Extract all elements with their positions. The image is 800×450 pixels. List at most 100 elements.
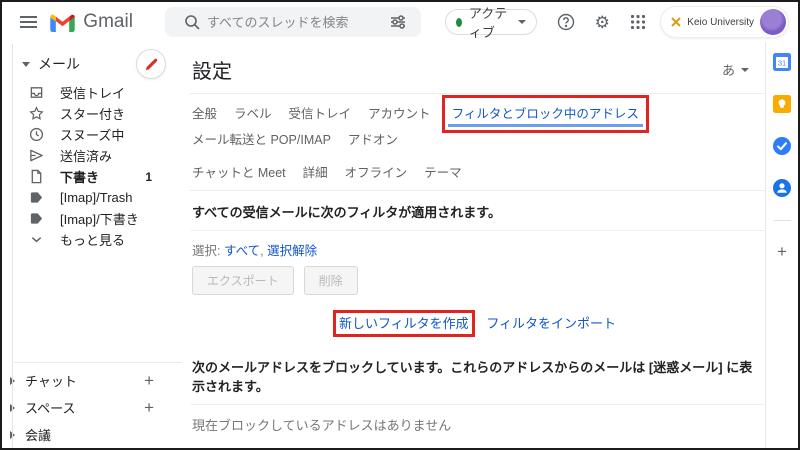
gear-icon[interactable]: ⚙ (587, 7, 617, 37)
sidebar-mail-section[interactable]: メール (2, 46, 182, 82)
sidebar-item-meet[interactable]: 会議 (2, 421, 182, 448)
add-icon[interactable]: + (144, 371, 154, 391)
sidebar: メール 受信トレイスター付きスヌーズ中送信済み下書き 1 [Imap]/Trash [… (2, 42, 182, 448)
plus-icon[interactable]: + (777, 243, 787, 260)
sidebar-item-label: スター付き (60, 104, 125, 123)
sidebar-item-inbox[interactable]: 受信トレイ (2, 82, 182, 103)
sidebar-item-starred[interactable]: スター付き (2, 103, 182, 124)
add-icon[interactable]: + (144, 398, 154, 418)
tune-icon[interactable] (383, 7, 413, 37)
tab-labels[interactable]: ラベル (234, 101, 272, 125)
tabs-row-2: チャットと Meet 詳細オフラインテーマ (192, 160, 765, 184)
tab-addons[interactable]: アドオン (348, 127, 398, 151)
draft-icon (28, 169, 44, 185)
input-tools-label: あ (722, 60, 735, 79)
avatar[interactable] (760, 9, 786, 35)
apps-grid-icon[interactable] (623, 7, 653, 37)
sidebar-item-label: [Imap]/Trash (60, 190, 132, 205)
deselect-link[interactable]: 選択解除 (267, 244, 317, 258)
clock-icon (28, 127, 44, 143)
send-icon (28, 148, 44, 164)
logo-text: Gmail (83, 11, 133, 33)
tab-fwd-pop-imap[interactable]: メール転送と POP/IMAP (192, 127, 331, 151)
chevron-down-icon (22, 62, 30, 67)
search-bar[interactable] (165, 7, 421, 37)
blocked-select-row: 選択: すべて, 選択解除 (190, 436, 765, 450)
chevron-down-icon (741, 68, 749, 72)
star-icon (28, 106, 44, 122)
import-filter-link[interactable]: フィルタをインポート (486, 316, 616, 331)
svg-text:31: 31 (778, 59, 786, 68)
delete-button[interactable]: 削除 (304, 266, 358, 295)
sidebar-item-chat[interactable]: チャット + (2, 367, 182, 394)
sidebar-item-label: スペース (25, 398, 75, 417)
contacts-icon[interactable] (771, 178, 793, 198)
chevron-down-icon (28, 232, 44, 248)
keep-icon[interactable] (771, 94, 793, 114)
search-icon[interactable] (177, 7, 207, 37)
top-bar: Gmail アクティブ ⚙ (2, 2, 798, 42)
export-button[interactable]: エクスポート (192, 266, 294, 295)
tab-advanced[interactable]: 詳細 (303, 160, 328, 184)
sidebar-list: 受信トレイスター付きスヌーズ中送信済み下書き 1 [Imap]/Trash [Imap… (2, 82, 182, 250)
account-badge[interactable]: Keio University (661, 7, 788, 37)
pencil-icon (144, 57, 159, 72)
filter-links-row: 新しいフィルタを作成 フィルタをインポート (190, 301, 765, 346)
tasks-icon[interactable] (771, 136, 793, 156)
sidebar-item-label: 送信済み (60, 146, 112, 165)
blocked-section-header: 次のメールアドレスをブロックしています。これらのアドレスからのメールは [迷惑メ… (190, 346, 765, 405)
blocked-empty-text: 現在ブロックしているアドレスはありません (190, 405, 765, 436)
calendar-icon[interactable]: 31 (771, 52, 793, 72)
help-icon[interactable] (551, 7, 581, 37)
sidebar-item-label: 下書き (60, 167, 99, 186)
page-title: 設定 (192, 55, 232, 84)
keio-logo-icon (671, 17, 681, 27)
sidebar-section-label: メール (38, 54, 80, 74)
main-content: 設定 あ 全般ラベル受信トレイアカウントフィルタとブロック中のアドレスメール転送… (182, 42, 765, 448)
sidebar-item-sent[interactable]: 送信済み (2, 145, 182, 166)
inbox-icon (28, 85, 44, 101)
label-icon (28, 190, 44, 206)
sidebar-item-snoozed[interactable]: スヌーズ中 (2, 124, 182, 145)
tab-chat-meet[interactable]: チャットと Meet (192, 160, 286, 184)
menu-icon[interactable] (16, 5, 41, 39)
create-filter-link[interactable]: 新しいフィルタを作成 (339, 316, 469, 331)
gmail-m-icon (49, 12, 76, 32)
tab-filters[interactable]: フィルタとブロック中のアドレス (448, 101, 643, 127)
tab-offline[interactable]: オフライン (345, 160, 408, 184)
status-chip[interactable]: アクティブ (445, 9, 537, 35)
filters-buttons-row: エクスポート 削除 (190, 264, 765, 301)
sidebar-item-count: 1 (145, 170, 152, 184)
sidebar-item-label: 受信トレイ (60, 83, 125, 102)
sidebar-scrollbar[interactable] (12, 44, 13, 448)
select-all-link[interactable]: すべて (224, 244, 260, 258)
tab-general[interactable]: 全般 (192, 101, 217, 125)
rail-divider (773, 220, 791, 221)
sidebar-item-imap-drafts[interactable]: [Imap]/下書き (2, 208, 182, 229)
sidebar-footer-list: チャット + スペース + 会議 (2, 367, 182, 448)
sidebar-item-imap-trash[interactable]: [Imap]/Trash (2, 187, 182, 208)
filters-select-row: 選択: すべて, 選択解除 (190, 231, 765, 264)
sidebar-item-label: [Imap]/下書き (60, 209, 139, 228)
blocked-section: 次のメールアドレスをブロックしています。これらのアドレスからのメールは [迷惑メ… (190, 346, 765, 450)
tab-accounts[interactable]: アカウント (368, 101, 431, 125)
label-icon (28, 211, 44, 227)
sidebar-item-label: チャット (25, 371, 77, 390)
tab-themes[interactable]: テーマ (424, 160, 462, 184)
sidebar-item-more[interactable]: もっと見る (2, 229, 182, 250)
sidebar-divider (14, 362, 182, 363)
filters-section: すべての受信メールに次のフィルタが適用されます。 選択: すべて, 選択解除 エ… (190, 191, 765, 346)
compose-button[interactable] (136, 49, 166, 79)
gmail-logo: Gmail (49, 11, 133, 33)
sidebar-item-drafts[interactable]: 下書き 1 (2, 166, 182, 187)
select-label: 選択: (192, 244, 220, 258)
input-tools-button[interactable]: あ (722, 60, 749, 79)
top-icons: ⚙ (551, 7, 653, 37)
status-chip-label: アクティブ (469, 3, 511, 41)
tab-inbox[interactable]: 受信トレイ (289, 101, 352, 125)
side-panel-rail: 31 + (765, 42, 798, 448)
sidebar-item-spaces[interactable]: スペース + (2, 394, 182, 421)
comma: , (260, 244, 263, 258)
search-input[interactable] (207, 15, 383, 30)
settings-tabs: 全般ラベル受信トレイアカウントフィルタとブロック中のアドレスメール転送と POP… (190, 94, 765, 190)
